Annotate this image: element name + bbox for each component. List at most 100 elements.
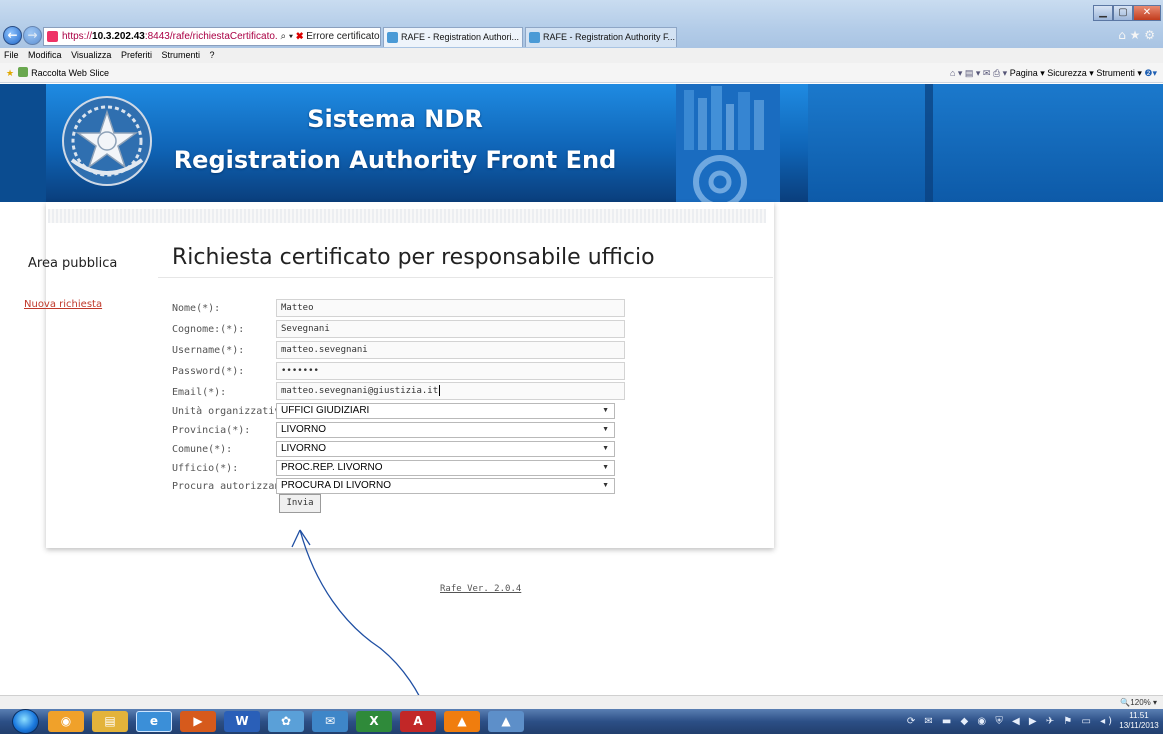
tab-favicon-icon <box>387 32 398 43</box>
banner-divider <box>925 84 933 202</box>
minimize-button[interactable]: ▁ <box>1093 5 1113 21</box>
page-title: Richiesta certificato per responsabile u… <box>172 245 655 270</box>
favorites-star-icon[interactable]: ★ <box>6 68 14 78</box>
menu-item-help[interactable]: ? <box>210 50 215 60</box>
taskbar-app-icon[interactable]: ▲ <box>488 711 524 732</box>
zoom-level[interactable]: 🔍120% ▾ <box>1120 696 1157 710</box>
tab-label: RAFE - Registration Authority F... <box>543 32 676 42</box>
password-label: Password(*): <box>172 366 245 377</box>
safety-menu[interactable]: Sicurezza ▾ <box>1047 68 1094 78</box>
unita-organizzativa-value: UFFICI GIUDIZIARI <box>281 405 370 416</box>
system-tray-icons[interactable]: ⟳ ✉ ▬ ◆ ◉ ⛨ ◀ ▶ ✈ ⚑ ▭ ◂) <box>907 712 1115 732</box>
address-url-rest: :8443/rafe/richiestaCertificato. <box>144 31 278 42</box>
cert-error-icon: ✖ <box>295 31 304 42</box>
cognome-field[interactable]: Sevegnani <box>276 320 625 338</box>
decorative-at-sign-graphic <box>676 84 780 202</box>
tab-rafe-1[interactable]: RAFE - Registration Authori...✕ <box>383 27 523 47</box>
tab-favicon-icon <box>529 32 540 43</box>
username-label: Username(*): <box>172 345 245 356</box>
menu-item-file[interactable]: File <box>4 50 19 60</box>
taskbar-word-icon[interactable]: W <box>224 711 260 732</box>
banner-title: Sistema NDR <box>307 105 483 133</box>
dropdown-arrow-icon: ▼ <box>602 445 609 452</box>
tab-close-icon[interactable]: ✕ <box>519 32 522 42</box>
dropdown-arrow-icon: ▼ <box>602 426 609 433</box>
maximize-button[interactable]: ▢ <box>1113 5 1133 21</box>
comune-select[interactable]: LIVORNO ▼ <box>276 441 615 457</box>
ufficio-label: Ufficio(*): <box>172 463 239 474</box>
title-divider <box>158 277 773 278</box>
email-field[interactable]: matteo.sevegnani@giustizia.it <box>276 382 625 400</box>
favorites-bar: ★ Raccolta Web Slice ⌂ ▾ ▤ ▾ ✉ ⎙ ▾ Pagina… <box>0 63 1163 83</box>
web-slice-icon <box>18 67 29 77</box>
dropdown-arrow-icon: ▼ <box>602 482 609 489</box>
title-bar: ▁ ▢ ✕ ← → https://10.3.202.43:8443/rafe/ri… <box>0 0 1163 48</box>
window-controls: ▁ ▢ ✕ <box>1093 0 1163 21</box>
menu-item-strumenti[interactable]: Strumenti <box>161 50 200 60</box>
sidebar-link-nuova-richiesta[interactable]: Nuova richiesta <box>24 299 102 311</box>
italian-republic-emblem-icon <box>62 96 152 186</box>
provincia-select[interactable]: LIVORNO ▼ <box>276 422 615 438</box>
back-button[interactable]: ← <box>3 26 22 45</box>
forward-button[interactable]: → <box>23 26 42 45</box>
web-slice-gallery-link[interactable]: Raccolta Web Slice <box>31 68 109 78</box>
address-search-glyph[interactable]: ⌕ ▾ <box>280 31 293 42</box>
browser-window: ▁ ▢ ✕ ← → https://10.3.202.43:8443/rafe/ri… <box>0 0 1163 734</box>
address-host: 10.3.202.43 <box>92 31 145 42</box>
menu-item-visualizza[interactable]: Visualizza <box>71 50 111 60</box>
nome-field[interactable]: Matteo <box>276 299 625 317</box>
banner-right-panel <box>808 84 1163 202</box>
procura-autorizzante-select[interactable]: PROCURA DI LIVORNO ▼ <box>276 478 615 494</box>
menu-item-modifica[interactable]: Modifica <box>28 50 62 60</box>
clock-time: 11.51 <box>1129 711 1149 720</box>
taskbar-internet-explorer-icon[interactable]: e <box>136 711 172 732</box>
banner-subtitle: Registration Authority Front End <box>173 146 617 174</box>
provincia-value: LIVORNO <box>281 424 327 435</box>
taskbar-powerpoint-icon[interactable]: ▶ <box>180 711 216 732</box>
panel-top-stripe <box>48 209 766 223</box>
windows-taskbar: ◉ ▤ e ▶ W ✿ ✉ X A ▲ ▲ ⟳ ✉ ▬ ◆ ◉ ⛨ ◀ ▶ ✈ … <box>0 709 1163 734</box>
username-field[interactable]: matteo.sevegnani <box>276 341 625 359</box>
navigation-row: ← → https://10.3.202.43:8443/rafe/richie… <box>0 24 1163 48</box>
help-icon[interactable]: ❷▾ <box>1144 68 1157 78</box>
start-button[interactable] <box>12 709 39 734</box>
provincia-label: Provincia(*): <box>172 425 251 436</box>
taskbar-acrobat-icon[interactable]: A <box>400 711 436 732</box>
cert-error-label[interactable]: Errore certificato <box>306 31 379 42</box>
dropdown-arrow-icon: ▼ <box>602 464 609 471</box>
taskbar-excel-icon[interactable]: X <box>356 711 392 732</box>
address-bar[interactable]: https://10.3.202.43:8443/rafe/richiestaC… <box>43 27 381 46</box>
text-cursor <box>439 385 441 396</box>
menu-bar: File Modifica Visualizza Preferiti Strum… <box>0 48 1163 63</box>
invia-button[interactable]: Invia <box>279 494 321 513</box>
cognome-label: Cognome:(*): <box>172 324 245 335</box>
version-link[interactable]: Rafe Ver. 2.0.4 <box>440 583 521 595</box>
sidebar-title: Area pubblica <box>28 256 118 271</box>
email-label: Email(*): <box>172 387 227 398</box>
taskbar-paint-icon[interactable]: ✿ <box>268 711 304 732</box>
command-bar: ⌂ ▾ ▤ ▾ ✉ ⎙ ▾ Pagina ▾ Sicurezza ▾ Strum… <box>950 63 1157 83</box>
menu-item-preferiti[interactable]: Preferiti <box>121 50 152 60</box>
password-field[interactable]: ••••••• <box>276 362 625 380</box>
ufficio-value: PROC.REP. LIVORNO <box>281 462 383 473</box>
nome-label: Nome(*): <box>172 303 221 314</box>
banner-left-edge <box>0 84 46 202</box>
tools-menu[interactable]: Strumenti ▾ <box>1096 68 1142 78</box>
procura-autorizzante-value: PROCURA DI LIVORNO <box>281 480 392 491</box>
close-window-button[interactable]: ✕ <box>1133 5 1161 21</box>
taskbar-chrome-icon[interactable]: ◉ <box>48 711 84 732</box>
taskbar-vlc-icon[interactable]: ▲ <box>444 711 480 732</box>
tab-rafe-2[interactable]: RAFE - Registration Authority F... <box>525 27 677 47</box>
email-value: matteo.sevegnani@giustizia.it <box>281 386 439 396</box>
home-favorites-settings-icons[interactable]: ⌂ ★ ⚙ <box>1118 28 1155 42</box>
home-feeds-mail-print-icons[interactable]: ⌂ ▾ ▤ ▾ ✉ ⎙ ▾ <box>950 68 1007 78</box>
taskbar-explorer-icon[interactable]: ▤ <box>92 711 128 732</box>
unita-organizzativa-select[interactable]: UFFICI GIUDIZIARI ▼ <box>276 403 615 419</box>
comune-value: LIVORNO <box>281 443 327 454</box>
taskbar-clock[interactable]: 11.51 13/11/2013 <box>1119 711 1159 731</box>
site-favicon-icon <box>47 31 58 42</box>
page-menu[interactable]: Pagina ▾ <box>1010 68 1045 78</box>
comune-label: Comune(*): <box>172 444 233 455</box>
ufficio-select[interactable]: PROC.REP. LIVORNO ▼ <box>276 460 615 476</box>
taskbar-messenger-icon[interactable]: ✉ <box>312 711 348 732</box>
